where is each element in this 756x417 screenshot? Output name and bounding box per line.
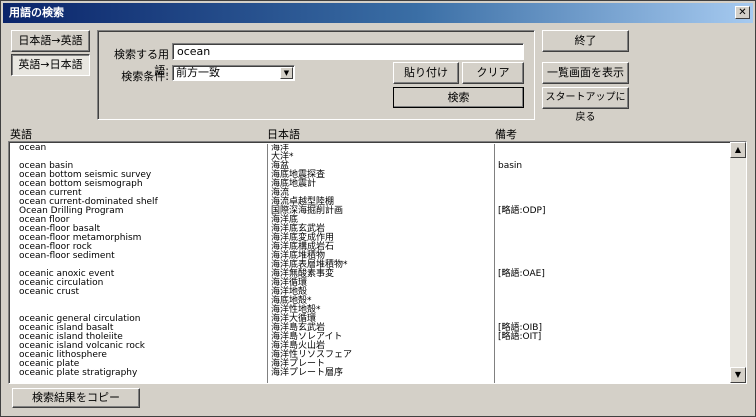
list-item-note[interactable] xyxy=(498,171,734,180)
en-to-ja-button[interactable]: 英語→日本語 xyxy=(11,54,90,76)
condition-label: 検索条件: xyxy=(121,70,169,83)
close-icon[interactable]: ✕ xyxy=(735,6,750,19)
results-list[interactable]: ocean ocean basin ocean bottom seismic sur… xyxy=(8,141,747,384)
list-item-note[interactable] xyxy=(498,279,734,288)
copy-results-button[interactable]: 検索結果をコピー xyxy=(12,388,140,408)
list-item-note[interactable] xyxy=(498,153,734,162)
search-terms-window: 用語の検索 ✕ 日本語→英語 英語→日本語 検索する用語: ocean 検索条件… xyxy=(0,0,756,417)
japanese-column: 海洋 大洋* 海盆 海底地震探査 海底地震計 海流 海流卓越型陸棚 国際深海掘削計画 海洋底 海洋… xyxy=(267,144,492,383)
list-view-button[interactable]: 一覧画面を表示 xyxy=(542,62,629,84)
list-item-note[interactable] xyxy=(498,216,734,225)
list-item-note[interactable] xyxy=(498,234,734,243)
list-item-note[interactable] xyxy=(498,360,734,369)
search-button[interactable]: 検索 xyxy=(393,87,524,108)
window-title: 用語の検索 xyxy=(9,6,64,19)
list-item-ja[interactable]: 海洋 xyxy=(271,144,492,153)
list-item-ja[interactable]: 海底地震計 xyxy=(271,180,492,189)
list-item-note[interactable] xyxy=(498,369,734,378)
list-item-note[interactable] xyxy=(498,225,734,234)
list-item-en[interactable]: ocean xyxy=(19,144,264,153)
list-item-en[interactable]: oceanic crust xyxy=(19,288,264,297)
list-item-note[interactable] xyxy=(498,351,734,360)
list-item-note[interactable] xyxy=(498,144,734,153)
vertical-scrollbar[interactable]: ▲ ▼ xyxy=(730,142,746,383)
scroll-up-icon[interactable]: ▲ xyxy=(730,142,746,158)
list-item-ja[interactable]: 大洋* xyxy=(271,153,492,162)
chevron-down-icon[interactable]: ▼ xyxy=(280,67,293,79)
title-bar: 用語の検索 ✕ xyxy=(3,3,753,23)
exit-button[interactable]: 終了 xyxy=(542,30,629,52)
english-column: ocean ocean basin ocean bottom seismic sur… xyxy=(19,144,264,383)
list-item-en[interactable] xyxy=(19,297,264,306)
list-item-note[interactable]: basin xyxy=(498,162,734,171)
notes-column: basin [略語:ODP] [略語:OAE] [略語:OIB] [略語:OIT] xyxy=(494,144,734,383)
list-item-note[interactable] xyxy=(498,288,734,297)
list-item-note[interactable]: [略語:ODP] xyxy=(498,207,734,216)
condition-value: 前方一致 xyxy=(176,66,220,79)
list-item-ja[interactable]: 国際深海掘削計画 xyxy=(271,207,492,216)
column-header-english: 英語 xyxy=(10,128,32,141)
paste-button[interactable]: 貼り付け xyxy=(393,62,459,84)
back-to-startup-button[interactable]: スタートアップに戻る xyxy=(542,87,629,123)
list-item-note[interactable] xyxy=(498,297,734,306)
list-item-note[interactable] xyxy=(498,342,734,351)
condition-select[interactable]: 前方一致 ▼ xyxy=(172,65,295,81)
list-item-en[interactable]: oceanic plate stratigraphy xyxy=(19,369,264,378)
ja-to-en-button[interactable]: 日本語→英語 xyxy=(11,30,90,52)
list-item-note[interactable] xyxy=(498,252,734,261)
list-item-note[interactable] xyxy=(498,243,734,252)
list-item-note[interactable] xyxy=(498,306,734,315)
list-item-ja[interactable]: 海洋プレート層序 xyxy=(271,369,492,378)
column-header-notes: 備考 xyxy=(495,128,517,141)
scroll-down-icon[interactable]: ▼ xyxy=(730,367,746,383)
list-item-note[interactable] xyxy=(498,180,734,189)
column-header-japanese: 日本語 xyxy=(267,128,300,141)
list-item-note[interactable]: [略語:OIT] xyxy=(498,333,734,342)
search-input[interactable]: ocean xyxy=(172,43,524,60)
list-item-note[interactable]: [略語:OAE] xyxy=(498,270,734,279)
clear-button[interactable]: クリア xyxy=(462,62,524,84)
list-item-note[interactable] xyxy=(498,189,734,198)
list-item-en[interactable]: ocean-floor sediment xyxy=(19,252,264,261)
